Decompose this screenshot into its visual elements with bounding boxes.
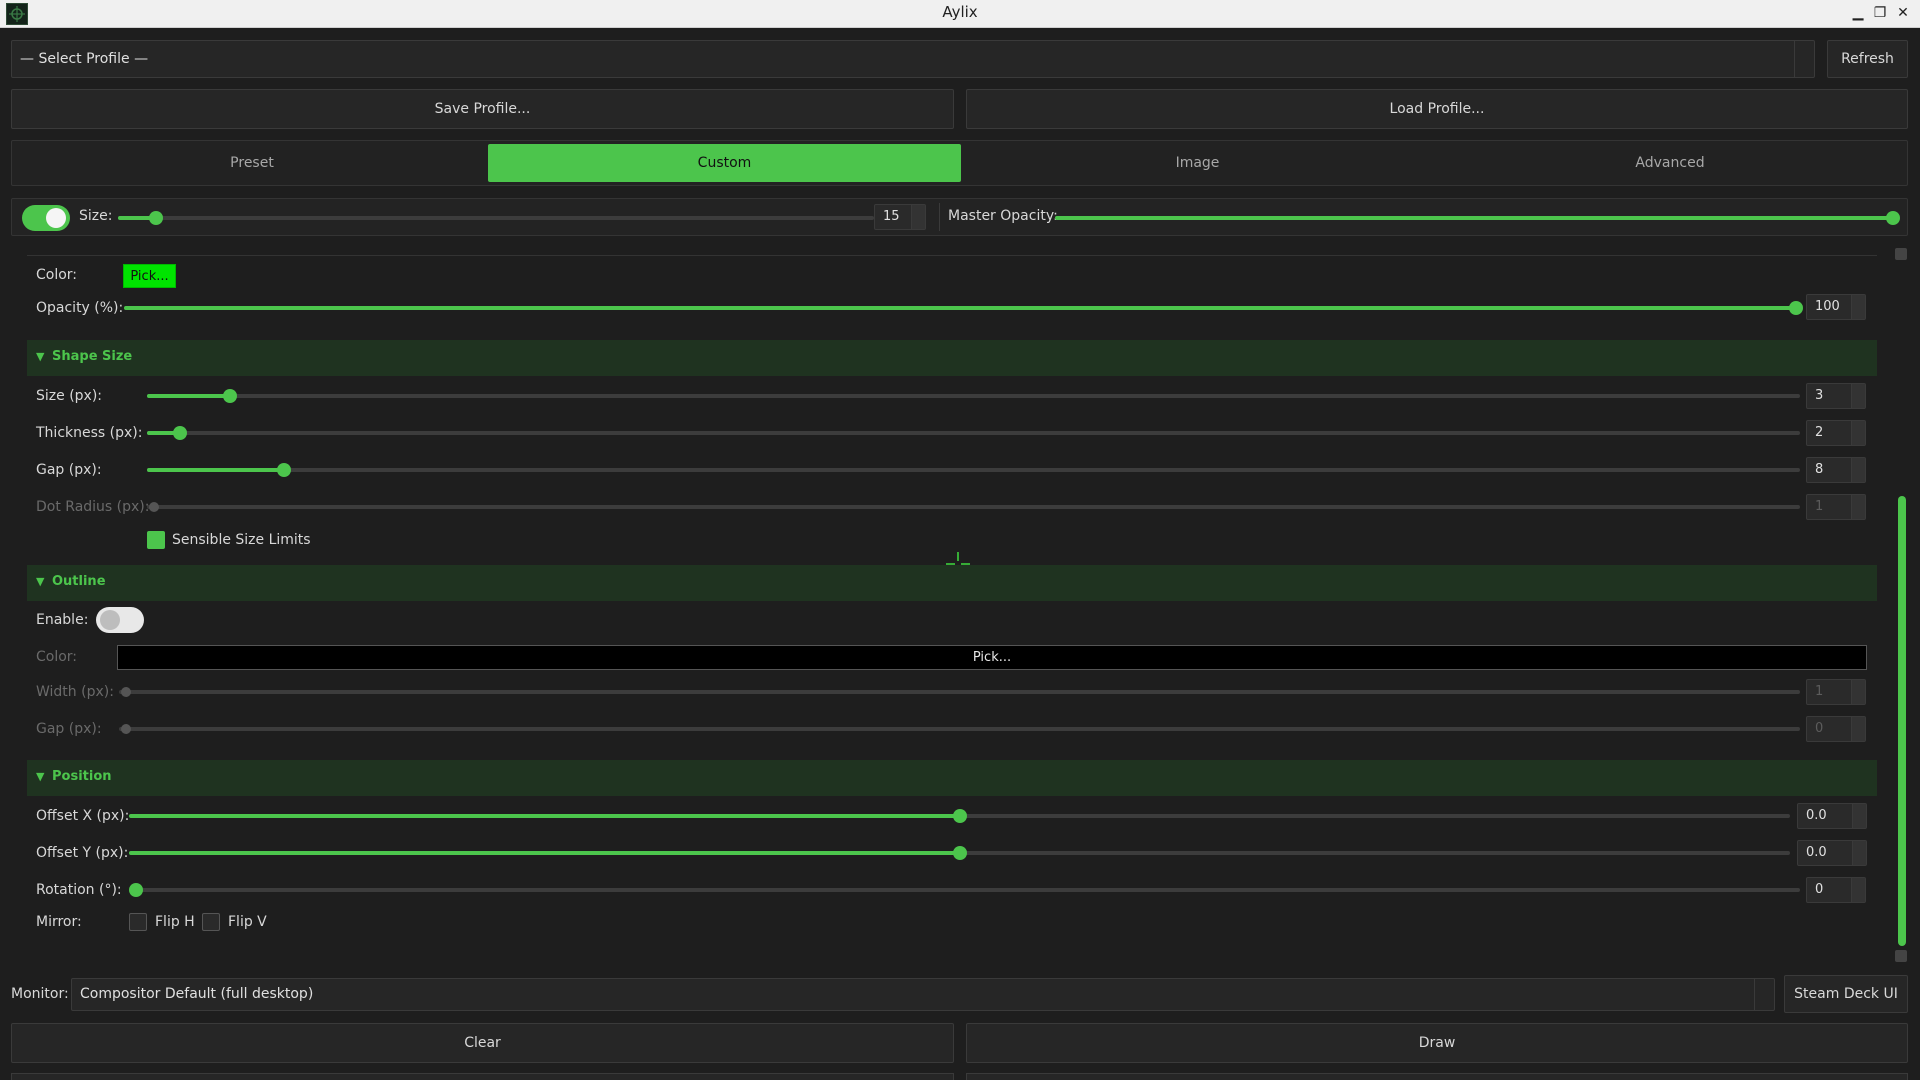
- outline-gap-label: Gap (px):: [36, 721, 102, 737]
- rotation-slider[interactable]: [129, 883, 1800, 897]
- triangle-down-icon: ▼: [36, 575, 45, 588]
- thickness-slider[interactable]: [147, 426, 1800, 440]
- shape-size-section-header[interactable]: ▼ Shape Size: [27, 340, 1877, 376]
- rotation-label: Rotation (°):: [36, 882, 122, 898]
- quick-controls-bar: Size: 15 Master Opacity:: [11, 198, 1908, 236]
- tab-advanced[interactable]: Advanced: [1434, 144, 1906, 182]
- flip-h-label: Flip H: [155, 914, 195, 930]
- scroll-down-button[interactable]: [1895, 950, 1907, 962]
- tab-image[interactable]: Image: [961, 144, 1434, 182]
- triangle-down-icon: ▼: [36, 350, 45, 363]
- opacity-spinbox[interactable]: 100: [1806, 294, 1866, 320]
- flip-h-checkbox[interactable]: [129, 913, 147, 931]
- monitor-select[interactable]: Compositor Default (full desktop): [71, 978, 1775, 1011]
- close-icon[interactable]: ✕: [1893, 3, 1913, 23]
- outline-enable-label: Enable:: [36, 612, 89, 628]
- mirror-label: Mirror:: [36, 914, 82, 930]
- thickness-spinbox[interactable]: 2: [1806, 420, 1866, 446]
- profile-select-value: — Select Profile —: [20, 51, 149, 67]
- position-section-header[interactable]: ▼ Position: [27, 760, 1877, 796]
- color-pick-button[interactable]: Pick...: [123, 264, 176, 288]
- window-title: Aylix: [942, 3, 978, 21]
- clear-button[interactable]: Clear: [11, 1023, 954, 1063]
- divider: [27, 255, 1877, 256]
- scroll-up-button[interactable]: [1895, 248, 1907, 260]
- divider: [939, 203, 940, 231]
- offset-x-spinbox[interactable]: 0.0: [1797, 803, 1867, 829]
- opacity-slider[interactable]: [124, 301, 1803, 315]
- size-spinbox[interactable]: 15: [874, 204, 926, 230]
- shape-size-label: Size (px):: [36, 388, 103, 404]
- outline-section-header[interactable]: ▼ Outline: [27, 565, 1877, 601]
- shape-size-spinbox[interactable]: 3: [1806, 383, 1866, 409]
- partial-button[interactable]: [11, 1073, 954, 1080]
- outline-width-label: Width (px):: [36, 684, 114, 700]
- load-profile-button[interactable]: Load Profile...: [966, 89, 1908, 129]
- monitor-select-value: Compositor Default (full desktop): [80, 986, 314, 1002]
- outline-gap-slider[interactable]: [119, 724, 1800, 734]
- minimize-icon[interactable]: ▁: [1848, 3, 1868, 23]
- flip-v-label: Flip V: [228, 914, 267, 930]
- dot-radius-spinbox[interactable]: 1: [1806, 494, 1866, 520]
- offset-x-label: Offset X (px):: [36, 808, 130, 824]
- thickness-label: Thickness (px):: [36, 425, 143, 441]
- color-label: Color:: [36, 267, 78, 283]
- size-slider[interactable]: [118, 211, 874, 225]
- tab-bar: Preset Custom Image Advanced: [11, 140, 1908, 186]
- crosshair-enable-toggle[interactable]: [22, 205, 70, 231]
- offset-y-spinbox[interactable]: 0.0: [1797, 840, 1867, 866]
- tab-custom[interactable]: Custom: [488, 144, 961, 182]
- refresh-button[interactable]: Refresh: [1827, 40, 1908, 78]
- gap-slider[interactable]: [147, 463, 1800, 477]
- chevron-down-icon: [1754, 979, 1774, 1010]
- profile-select[interactable]: — Select Profile —: [11, 40, 1815, 78]
- opacity-label: Opacity (%):: [36, 300, 124, 316]
- save-profile-button[interactable]: Save Profile...: [11, 89, 954, 129]
- outline-width-spinbox[interactable]: 1: [1806, 679, 1866, 705]
- draw-button[interactable]: Draw: [966, 1023, 1908, 1063]
- dot-radius-slider[interactable]: [147, 502, 1800, 512]
- flip-v-checkbox[interactable]: [202, 913, 220, 931]
- sensible-size-limits-label: Sensible Size Limits: [172, 532, 311, 548]
- outline-gap-spinbox[interactable]: 0: [1806, 716, 1866, 742]
- triangle-down-icon: ▼: [36, 770, 45, 783]
- outline-width-slider[interactable]: [119, 687, 1800, 697]
- monitor-label: Monitor:: [11, 986, 69, 1002]
- size-label: Size:: [79, 208, 113, 224]
- offset-x-slider[interactable]: [129, 809, 1790, 823]
- dot-radius-label: Dot Radius (px):: [36, 499, 150, 515]
- scrollbar-thumb[interactable]: [1898, 496, 1906, 946]
- master-opacity-label: Master Opacity:: [948, 208, 1058, 224]
- title-bar: Aylix ▁ ❐ ✕: [0, 0, 1920, 28]
- steam-deck-ui-button[interactable]: Steam Deck UI: [1784, 975, 1908, 1013]
- outline-enable-toggle[interactable]: [96, 607, 144, 633]
- gap-spinbox[interactable]: 8: [1806, 457, 1866, 483]
- offset-y-slider[interactable]: [129, 846, 1790, 860]
- rotation-spinbox[interactable]: 0: [1806, 877, 1866, 903]
- offset-y-label: Offset Y (px):: [36, 845, 129, 861]
- tab-preset[interactable]: Preset: [15, 144, 489, 182]
- scrollbar[interactable]: [1895, 246, 1907, 966]
- sensible-size-limits-checkbox[interactable]: [147, 531, 165, 549]
- shape-size-slider[interactable]: [147, 389, 1800, 403]
- outline-color-label: Color:: [36, 649, 78, 665]
- master-opacity-slider[interactable]: [1055, 211, 1900, 225]
- gap-label: Gap (px):: [36, 462, 102, 478]
- partial-button[interactable]: [966, 1073, 1908, 1080]
- restore-icon[interactable]: ❐: [1870, 3, 1890, 23]
- chevron-down-icon: [1794, 41, 1814, 77]
- outline-color-pick-button[interactable]: Pick...: [117, 645, 1867, 670]
